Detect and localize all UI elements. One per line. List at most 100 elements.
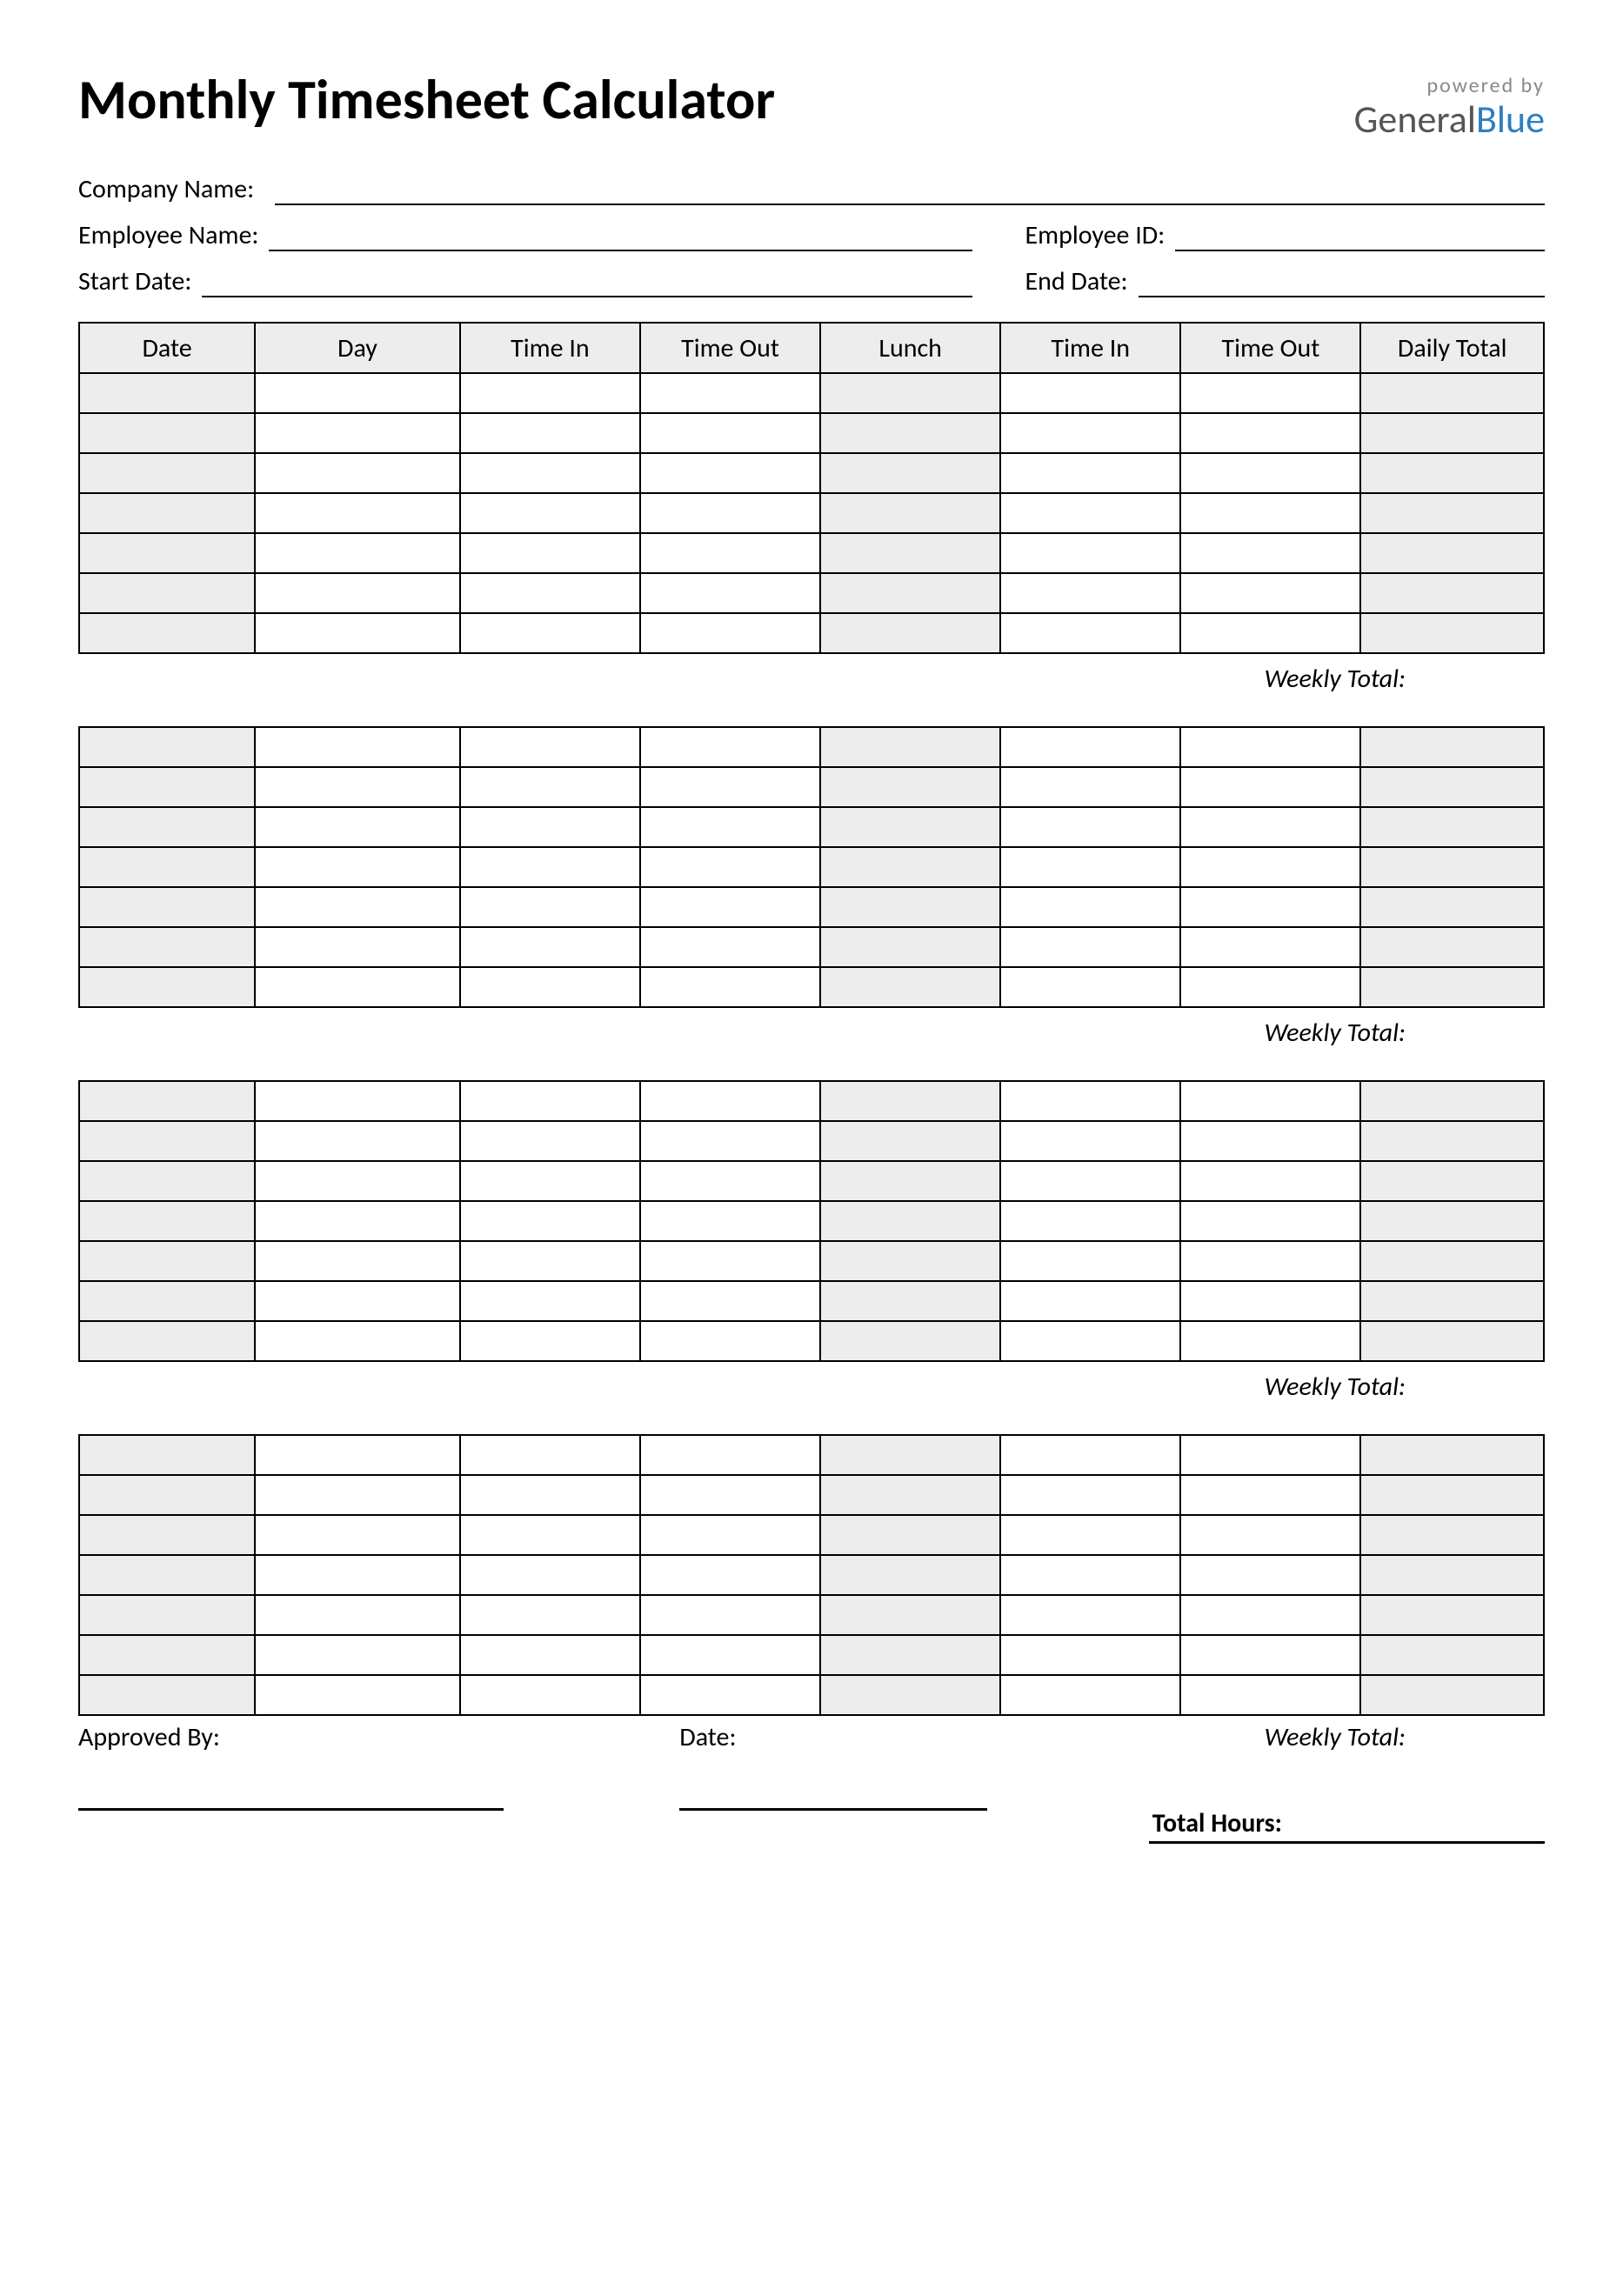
cell-time-in[interactable]	[460, 1635, 640, 1675]
cell-time-out-2[interactable]	[1180, 807, 1360, 847]
cell-day[interactable]	[255, 413, 460, 453]
cell-day[interactable]	[255, 1321, 460, 1361]
cell-time-out[interactable]	[640, 967, 820, 1007]
cell-date[interactable]	[79, 727, 255, 767]
cell-time-out-2[interactable]	[1180, 887, 1360, 927]
cell-time-in-2[interactable]	[1000, 1161, 1180, 1201]
cell-date[interactable]	[79, 1635, 255, 1675]
cell-date[interactable]	[79, 613, 255, 653]
cell-time-out[interactable]	[640, 1435, 820, 1475]
cell-date[interactable]	[79, 413, 255, 453]
cell-daily-total[interactable]	[1360, 847, 1544, 887]
cell-time-in[interactable]	[460, 1081, 640, 1121]
cell-lunch[interactable]	[820, 1435, 1000, 1475]
cell-time-in-2[interactable]	[1000, 1121, 1180, 1161]
cell-time-in-2[interactable]	[1000, 887, 1180, 927]
cell-time-out[interactable]	[640, 1201, 820, 1241]
cell-time-in[interactable]	[460, 1121, 640, 1161]
cell-day[interactable]	[255, 493, 460, 533]
cell-time-out[interactable]	[640, 573, 820, 613]
cell-date[interactable]	[79, 767, 255, 807]
cell-day[interactable]	[255, 373, 460, 413]
cell-time-out[interactable]	[640, 887, 820, 927]
cell-day[interactable]	[255, 887, 460, 927]
cell-lunch[interactable]	[820, 1121, 1000, 1161]
cell-daily-total[interactable]	[1360, 1281, 1544, 1321]
cell-lunch[interactable]	[820, 807, 1000, 847]
cell-daily-total[interactable]	[1360, 493, 1544, 533]
cell-day[interactable]	[255, 1635, 460, 1675]
cell-lunch[interactable]	[820, 533, 1000, 573]
cell-day[interactable]	[255, 533, 460, 573]
total-hours-input[interactable]	[1149, 1841, 1545, 1844]
cell-time-in-2[interactable]	[1000, 1635, 1180, 1675]
cell-day[interactable]	[255, 1121, 460, 1161]
cell-time-in-2[interactable]	[1000, 373, 1180, 413]
cell-time-in-2[interactable]	[1000, 1241, 1180, 1281]
cell-lunch[interactable]	[820, 1595, 1000, 1635]
cell-daily-total[interactable]	[1360, 613, 1544, 653]
cell-date[interactable]	[79, 1081, 255, 1121]
cell-time-in[interactable]	[460, 1201, 640, 1241]
cell-day[interactable]	[255, 1241, 460, 1281]
cell-time-in[interactable]	[460, 1241, 640, 1281]
cell-lunch[interactable]	[820, 767, 1000, 807]
cell-date[interactable]	[79, 807, 255, 847]
cell-daily-total[interactable]	[1360, 1161, 1544, 1201]
cell-day[interactable]	[255, 847, 460, 887]
cell-time-out-2[interactable]	[1180, 1121, 1360, 1161]
cell-lunch[interactable]	[820, 1321, 1000, 1361]
cell-time-in[interactable]	[460, 573, 640, 613]
cell-daily-total[interactable]	[1360, 1555, 1544, 1595]
approved-by-input[interactable]	[78, 1807, 504, 1811]
cell-lunch[interactable]	[820, 727, 1000, 767]
cell-time-out-2[interactable]	[1180, 1201, 1360, 1241]
cell-time-in-2[interactable]	[1000, 1515, 1180, 1555]
cell-time-out[interactable]	[640, 453, 820, 493]
cell-date[interactable]	[79, 1201, 255, 1241]
cell-time-out-2[interactable]	[1180, 1435, 1360, 1475]
cell-date[interactable]	[79, 373, 255, 413]
cell-lunch[interactable]	[820, 887, 1000, 927]
cell-time-out-2[interactable]	[1180, 1281, 1360, 1321]
cell-date[interactable]	[79, 493, 255, 533]
cell-time-in[interactable]	[460, 1595, 640, 1635]
cell-time-out-2[interactable]	[1180, 373, 1360, 413]
cell-date[interactable]	[79, 1595, 255, 1635]
cell-time-out[interactable]	[640, 1555, 820, 1595]
cell-date[interactable]	[79, 887, 255, 927]
cell-lunch[interactable]	[820, 413, 1000, 453]
cell-time-out-2[interactable]	[1180, 453, 1360, 493]
cell-time-out-2[interactable]	[1180, 1241, 1360, 1281]
cell-time-in[interactable]	[460, 453, 640, 493]
cell-time-in[interactable]	[460, 1321, 640, 1361]
cell-date[interactable]	[79, 573, 255, 613]
cell-time-in[interactable]	[460, 1675, 640, 1715]
cell-lunch[interactable]	[820, 1281, 1000, 1321]
cell-time-in[interactable]	[460, 1515, 640, 1555]
cell-time-out-2[interactable]	[1180, 1161, 1360, 1201]
cell-time-out-2[interactable]	[1180, 767, 1360, 807]
cell-day[interactable]	[255, 1201, 460, 1241]
cell-day[interactable]	[255, 613, 460, 653]
cell-date[interactable]	[79, 1475, 255, 1515]
cell-daily-total[interactable]	[1360, 1435, 1544, 1475]
cell-date[interactable]	[79, 927, 255, 967]
cell-time-in[interactable]	[460, 413, 640, 453]
cell-date[interactable]	[79, 847, 255, 887]
cell-date[interactable]	[79, 1435, 255, 1475]
cell-time-in[interactable]	[460, 927, 640, 967]
cell-daily-total[interactable]	[1360, 1515, 1544, 1555]
cell-time-in-2[interactable]	[1000, 1201, 1180, 1241]
cell-time-in-2[interactable]	[1000, 767, 1180, 807]
cell-time-out[interactable]	[640, 1241, 820, 1281]
cell-time-in[interactable]	[460, 1281, 640, 1321]
cell-time-in[interactable]	[460, 1435, 640, 1475]
cell-day[interactable]	[255, 1161, 460, 1201]
cell-time-out[interactable]	[640, 533, 820, 573]
cell-time-in[interactable]	[460, 847, 640, 887]
cell-date[interactable]	[79, 967, 255, 1007]
cell-time-in[interactable]	[460, 1475, 640, 1515]
cell-lunch[interactable]	[820, 493, 1000, 533]
cell-time-in[interactable]	[460, 493, 640, 533]
